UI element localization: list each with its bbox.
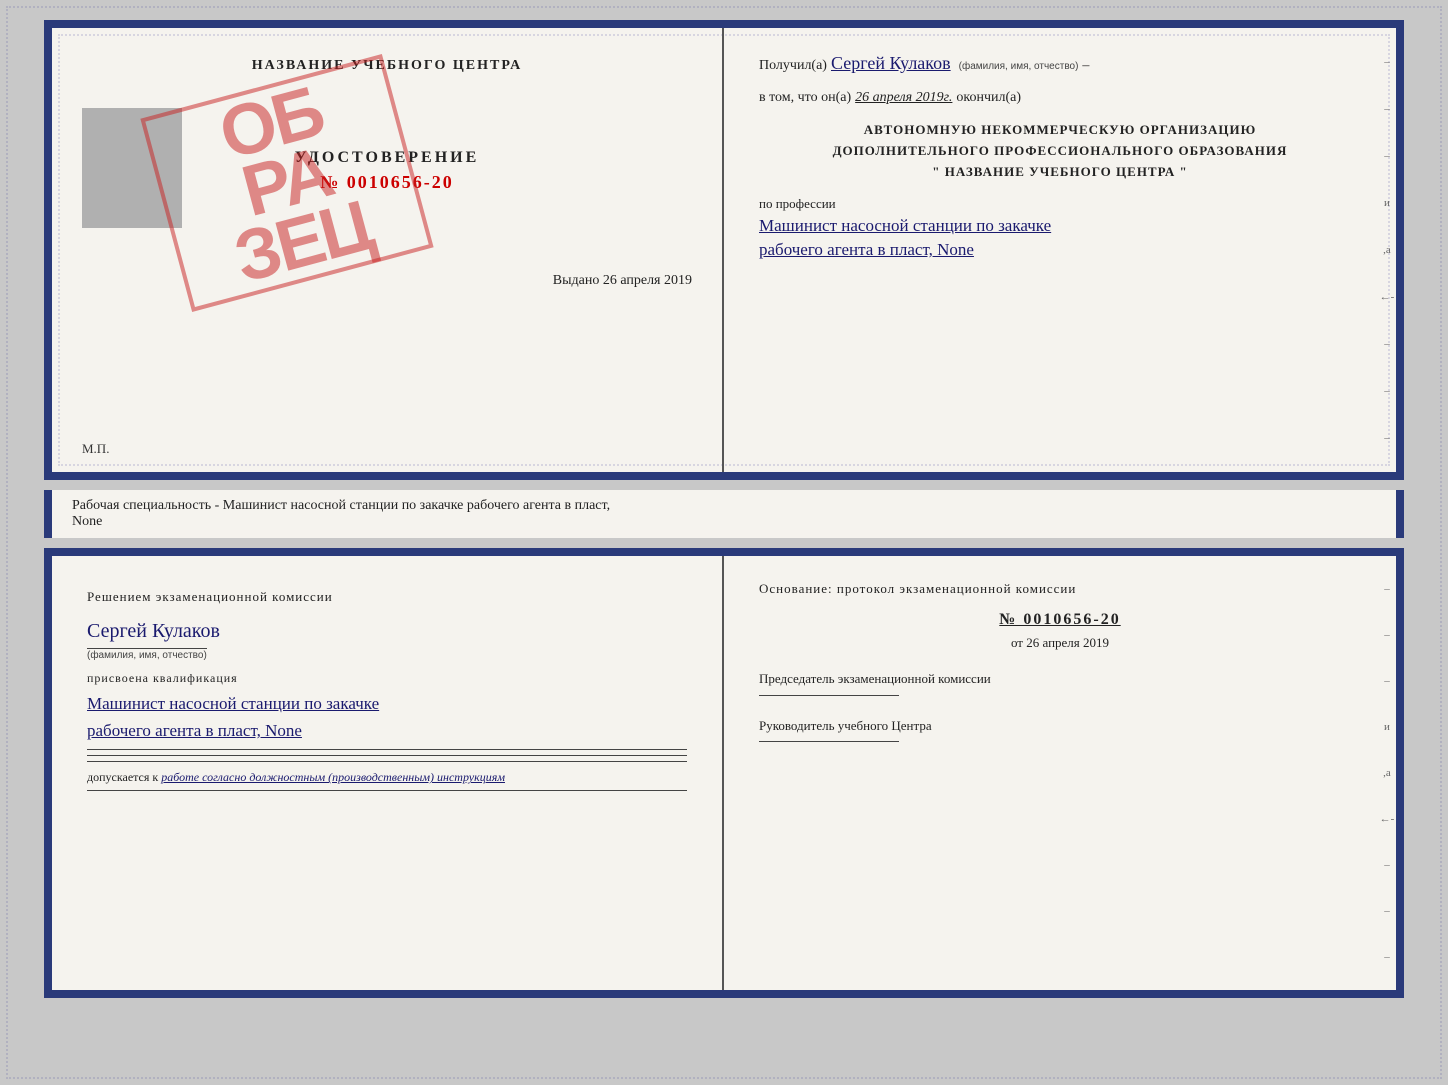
udost-number: № 0010656-20 [295, 172, 480, 193]
profession-line2: рабочего агента в пласт, None [759, 240, 1361, 260]
pred-label: Председатель экзаменационной комиссии [759, 669, 1361, 689]
underline3 [87, 761, 687, 762]
pred-block: Председатель экзаменационной комиссии [759, 669, 1361, 696]
underline2 [87, 755, 687, 756]
dopuskaetsya-text: работе согласно должностным (производств… [161, 770, 505, 784]
osnov-title: Основание: протокол экзаменационной коми… [759, 581, 1361, 597]
poluchil-label: Получил(а) [759, 58, 827, 73]
org-line3: " НАЗВАНИЕ УЧЕБНОГО ЦЕНТРА " [759, 162, 1361, 183]
mp-label: М.П. [82, 441, 109, 457]
underline4 [87, 790, 687, 791]
ruk-block: Руководитель учебного Центра [759, 716, 1361, 743]
fio-label-top: (фамилия, имя, отчество) [959, 61, 1079, 72]
resheniem-label: Решением экзаменационной комиссии [87, 586, 687, 608]
right-edge-decoration: – – – и ,а ←- – – – [1378, 28, 1396, 472]
protocol-date-prefix: от [1011, 635, 1023, 650]
protocol-date: от 26 апреля 2019 [759, 635, 1361, 651]
bottom-name: Сергей Кулаков [87, 620, 687, 643]
vydano-line: Выдано 26 апреля 2019 [553, 273, 692, 289]
profession-section: по профессии Машинист насосной станции п… [759, 196, 1361, 260]
middle-text-block: Рабочая специальность - Машинист насосно… [44, 490, 1404, 538]
underline1 [87, 749, 687, 750]
bottom-certificate: Решением экзаменационной комиссии Сергей… [44, 548, 1404, 998]
middle-main-text: Рабочая специальность - Машинист насосно… [72, 498, 610, 513]
poluchil-name: Сергей Кулаков [831, 53, 951, 73]
dopuskaetsya-prefix: допускается к [87, 770, 158, 784]
org-section: АВТОНОМНУЮ НЕКОММЕРЧЕСКУЮ ОРГАНИЗАЦИЮ ДО… [759, 120, 1361, 182]
top-cert-right: Получил(а) Сергей Кулаков (фамилия, имя,… [724, 28, 1396, 472]
dash1: – [1082, 58, 1089, 73]
pred-sig-line [759, 695, 899, 696]
ruk-sig-line [759, 741, 899, 742]
protocol-date-value: 26 апреля 2019 [1026, 635, 1109, 650]
bottom-cert-left: Решением экзаменационной комиссии Сергей… [52, 556, 724, 990]
bottom-cert-right: Основание: протокол экзаменационной коми… [724, 556, 1396, 990]
top-left-title: НАЗВАНИЕ УЧЕБНОГО ЦЕНТРА [252, 58, 522, 74]
org-line1: АВТОНОМНУЮ НЕКОММЕРЧЕСКУЮ ОРГАНИЗАЦИЮ [759, 120, 1361, 141]
bottom-right-edge-decoration: – – – и ,а ←- – – – [1378, 556, 1396, 990]
protocol-number: № 0010656-20 [759, 611, 1361, 629]
profession-line1: Машинист насосной станции по закачке [759, 216, 1361, 236]
vydano-text: Выдано 26 апреля 2019 [553, 273, 692, 288]
bottom-profession-line2: рабочего агента в пласт, None [87, 717, 687, 744]
udost-label: УДОСТОВЕРЕНИЕ [295, 149, 480, 167]
ruk-label: Руководитель учебного Центра [759, 716, 1361, 736]
udost-block: УДОСТОВЕРЕНИЕ № 0010656-20 [295, 149, 480, 193]
bottom-fio-label: (фамилия, имя, отчество) [87, 648, 207, 661]
dopuskaetsya-line: допускается к работе согласно должностны… [87, 770, 687, 785]
photo-placeholder [82, 108, 182, 228]
vtom-section: в том, что он(а) 26 апреля 2019г. окончи… [759, 88, 1361, 106]
po-professii-label: по профессии [759, 196, 1361, 212]
bottom-profession-line1: Машинист насосной станции по закачке [87, 690, 687, 717]
vtom-date: 26 апреля 2019г. [855, 90, 952, 105]
top-certificate: НАЗВАНИЕ УЧЕБНОГО ЦЕНТРА ОБРАЗЕЦ УДОСТОВ… [44, 20, 1404, 480]
vtom-label: в том, что он(а) [759, 90, 851, 105]
top-cert-left: НАЗВАНИЕ УЧЕБНОГО ЦЕНТРА ОБРАЗЕЦ УДОСТОВ… [52, 28, 724, 472]
org-line2: ДОПОЛНИТЕЛЬНОГО ПРОФЕССИОНАЛЬНОГО ОБРАЗО… [759, 141, 1361, 162]
okonchil-label: окончил(а) [956, 90, 1021, 105]
middle-text2: None [72, 514, 102, 529]
prisvoena-label: присвоена квалификация [87, 671, 687, 686]
poluchil-section: Получил(а) Сергей Кулаков (фамилия, имя,… [759, 53, 1361, 74]
